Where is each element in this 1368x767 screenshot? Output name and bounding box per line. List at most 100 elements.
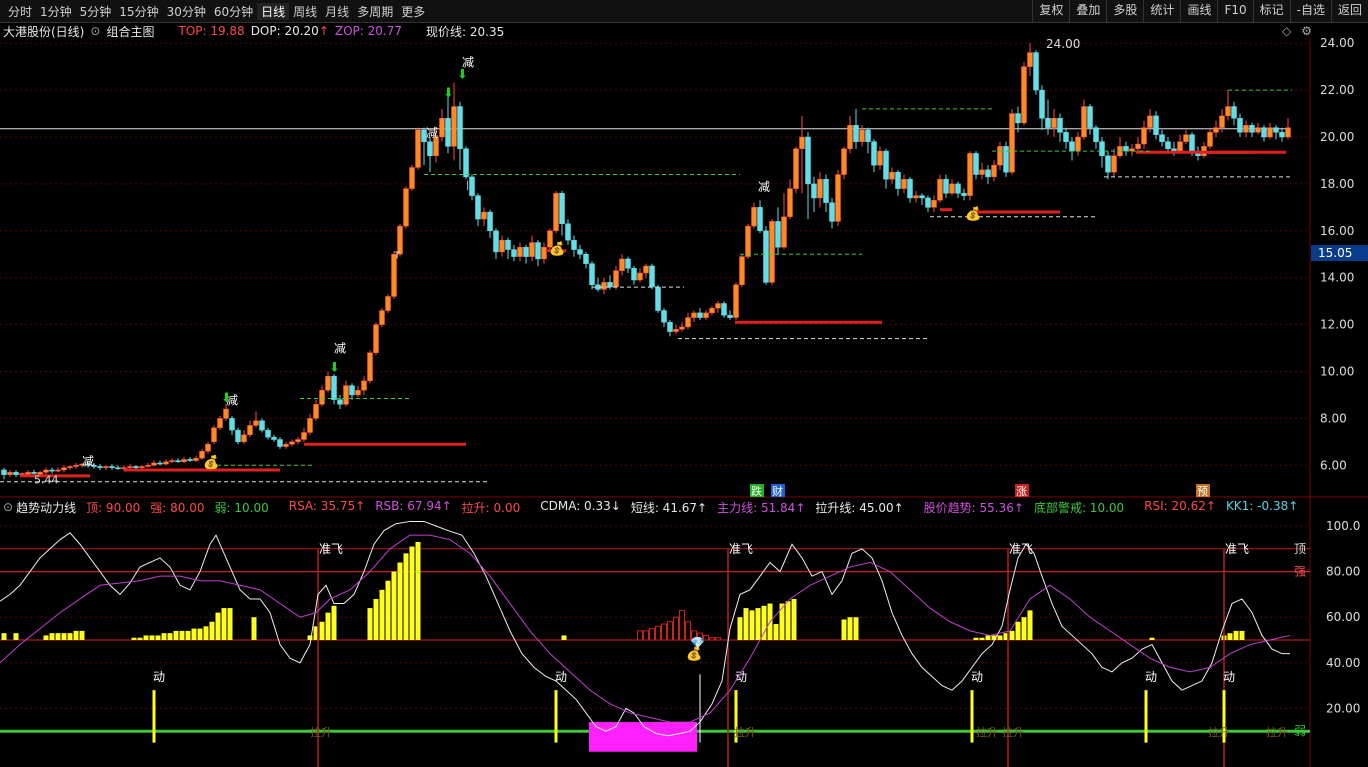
- yellow-bar: [1233, 630, 1239, 640]
- candle-body: [1057, 117, 1063, 133]
- candle-body: [37, 472, 43, 475]
- candle-body: [679, 326, 685, 330]
- tab-daily[interactable]: 日线: [257, 2, 290, 20]
- indicator-info-bar: ⊙ 趋势动力线 顶: 90.00 强: 80.00 弱: 10.00 RSA: 35.…: [0, 498, 1314, 516]
- candle-body: [511, 249, 517, 257]
- candle-body: [241, 434, 247, 443]
- kline-chart[interactable]: 24.00 22.00 20.00 18.00 16.00 14.00 12.00 10.00…: [0, 0, 1368, 767]
- candle-body: [481, 211, 487, 220]
- dop-value: DOP: 20.20: [250, 24, 319, 38]
- candle-body: [91, 465, 97, 467]
- draw-line-button[interactable]: 画线: [1180, 0, 1217, 22]
- candle-body: [901, 178, 907, 189]
- y-tick-label: 18.00: [1320, 177, 1354, 191]
- indicator-value-11: 底部警戒: 10.00: [1033, 500, 1125, 515]
- candle-body: [421, 129, 427, 142]
- indicator-value-1: 强: 80.00: [150, 500, 205, 515]
- indicator-name[interactable]: 趋势动力线: [16, 499, 76, 516]
- green-arrow-icon: ⬇: [443, 86, 454, 101]
- overlay-button[interactable]: 叠加: [1069, 0, 1106, 22]
- yellow-bar: [191, 628, 197, 640]
- adjust-button[interactable]: 复权: [1032, 0, 1069, 22]
- candle-body: [733, 284, 739, 318]
- candle-body: [931, 200, 937, 208]
- yellow-bar: [785, 601, 791, 640]
- candle-body: [457, 106, 463, 149]
- candle-body: [1003, 146, 1009, 173]
- tab-weekly[interactable]: 周线: [289, 3, 321, 20]
- signal-lasheng: 拉升: [310, 725, 332, 739]
- yellow-bar: [1003, 633, 1009, 640]
- yellow-bar: [67, 633, 73, 640]
- watchlist-button[interactable]: -自选: [1289, 0, 1331, 22]
- yellow-bar: [991, 635, 997, 640]
- tab-monthly[interactable]: 月线: [321, 3, 353, 20]
- candle-body: [775, 221, 781, 248]
- candle-body: [1117, 146, 1123, 157]
- diamond-icon[interactable]: ◇: [1282, 24, 1291, 38]
- yellow-bar: [49, 633, 55, 640]
- candle-body: [1225, 106, 1231, 117]
- candle-body: [1219, 115, 1225, 128]
- tool-buttons: 复权 叠加 多股 统计 画线 F10 标记 -自选 返回: [1032, 0, 1368, 22]
- y-tick-label: 60.00: [1326, 610, 1360, 624]
- tab-60min[interactable]: 60分钟: [210, 3, 257, 20]
- candle-body: [1063, 132, 1069, 142]
- tab-5min[interactable]: 5分钟: [76, 3, 116, 20]
- candle-body: [1267, 127, 1273, 138]
- candle-body: [175, 460, 181, 463]
- yellow-bar: [561, 635, 567, 640]
- indicator-value-6: CDMA: 0.33↓: [540, 498, 621, 513]
- tab-15min[interactable]: 15分钟: [115, 3, 162, 20]
- stock-title: 大港股份(日线): [3, 24, 85, 39]
- yellow-bar: [1221, 635, 1227, 640]
- tab-more[interactable]: 更多: [397, 3, 429, 20]
- tab-1min[interactable]: 1分钟: [36, 3, 76, 20]
- candle-body: [535, 242, 541, 260]
- tab-fenshi[interactable]: 分时: [4, 3, 36, 20]
- yellow-bar: [743, 608, 749, 640]
- yellow-bar: [791, 598, 797, 640]
- top-value: TOP: 19.88: [178, 24, 245, 38]
- candle-body: [985, 169, 991, 178]
- candle-body: [1171, 148, 1177, 152]
- candle-body: [265, 429, 271, 438]
- layout-selector[interactable]: 组合主图: [106, 23, 154, 40]
- candle-body: [1159, 134, 1165, 142]
- candle-body: [955, 183, 961, 194]
- yellow-bar: [179, 630, 185, 640]
- yellow-bar: [1009, 630, 1015, 640]
- indicator-values: 顶: 90.00 强: 80.00 弱: 10.00 RSA: 35.75↑ RSB: …: [86, 499, 1308, 516]
- candle-body: [937, 178, 943, 201]
- candle-body: [979, 169, 985, 175]
- back-button[interactable]: 返回: [1330, 0, 1368, 22]
- signal-dong: 动: [153, 670, 165, 684]
- period-toolbar: 分时 1分钟 5分钟 15分钟 30分钟 60分钟 日线 周线 月线 多周期 更…: [0, 0, 1368, 23]
- candle-body: [487, 211, 493, 232]
- settings-circle-icon[interactable]: ⊙: [3, 500, 13, 514]
- y-tick-label: 22.00: [1320, 83, 1354, 97]
- f10-button[interactable]: F10: [1217, 0, 1252, 22]
- candle-body: [415, 129, 421, 168]
- yellow-bar: [307, 635, 313, 640]
- tab-30min[interactable]: 30分钟: [163, 3, 210, 20]
- mark-button[interactable]: 标记: [1252, 0, 1290, 22]
- candle-body: [31, 472, 37, 474]
- candle-body: [1009, 113, 1015, 173]
- low-price-label: 5.44: [34, 473, 59, 486]
- yellow-bar: [979, 637, 985, 640]
- multi-stock-button[interactable]: 多股: [1106, 0, 1143, 22]
- candle-body: [961, 193, 967, 196]
- settings-icon[interactable]: ⚙: [1301, 24, 1312, 38]
- candle-body: [517, 246, 523, 257]
- candle-body: [571, 239, 577, 250]
- tab-multi-period[interactable]: 多周期: [353, 3, 397, 20]
- signal-label-jian: 减: [462, 56, 474, 70]
- yellow-bar: [43, 635, 49, 640]
- candle-body: [157, 462, 163, 465]
- candle-body: [1093, 127, 1099, 142]
- y-tick-label: 12.00: [1320, 318, 1354, 332]
- stats-button[interactable]: 统计: [1143, 0, 1180, 22]
- period-tabs: 分时 1分钟 5分钟 15分钟 30分钟 60分钟 日线 周线 月线 多周期 更…: [4, 0, 429, 22]
- settings-circle-icon[interactable]: ⊙: [90, 24, 100, 38]
